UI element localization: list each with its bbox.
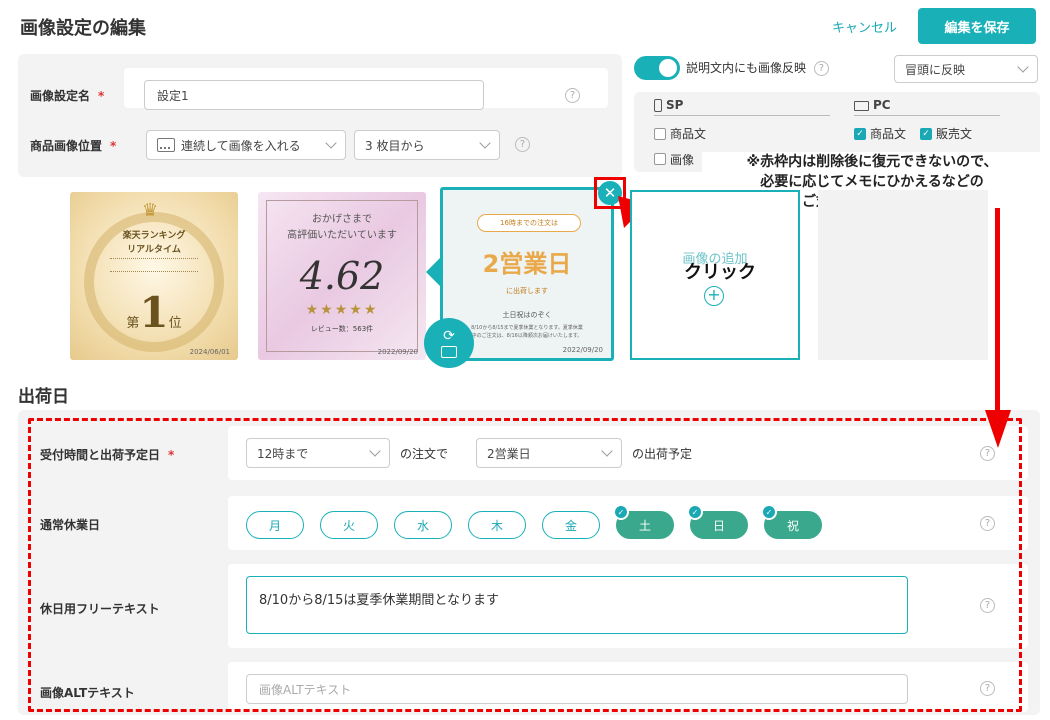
help-icon[interactable]: ? [565, 88, 580, 103]
sp-header: SP [654, 98, 830, 116]
plus-icon: + [704, 286, 724, 306]
annotation-arrow-head [985, 410, 1011, 448]
checkmark-icon: ✓ [920, 127, 933, 140]
annotation-dashed-frame [28, 418, 1022, 712]
toggle-label: 説明文内にも画像反映 ? [686, 59, 829, 76]
replace-image-button[interactable]: ⟳ [424, 318, 474, 368]
smartphone-icon [654, 99, 662, 112]
image-icon [441, 345, 457, 358]
position-label: 商品画像位置 * [30, 139, 117, 153]
image-setting-form: 画像設定名 * 設定1 ? 商品画像位置 * 連続して画像を入れる 3 枚目から ? [18, 54, 622, 177]
image-thumbnail[interactable]: ♛ 楽天ランキング リアルタイム 第1位 2024/06/01 [70, 192, 238, 360]
toggle-knob [659, 59, 677, 77]
sp-image-checkbox[interactable]: 画像 [654, 151, 694, 168]
chevron-down-icon [1017, 61, 1029, 73]
reflect-position-select[interactable]: 冒頭に反映 [894, 55, 1038, 83]
rank-text: 第1位 [126, 288, 182, 337]
checkbox-icon [654, 127, 666, 140]
start-position-select[interactable]: 3 枚目から [354, 130, 500, 160]
click-annotation: クリック [684, 262, 756, 283]
checkbox-icon [654, 153, 666, 165]
setting-name-input[interactable]: 設定1 [144, 80, 484, 110]
pc-column: PC ✓ 商品文 ✓ 販売文 [854, 98, 1000, 142]
annotation-arrow-line [995, 208, 1000, 428]
crown-icon: ♛ [142, 200, 159, 221]
reflect-toggle[interactable] [634, 56, 680, 80]
page-title: 画像設定の編集 [20, 18, 146, 39]
save-button[interactable]: 編集を保存 [918, 8, 1036, 44]
refresh-icon: ⟳ [443, 327, 455, 344]
chevron-down-icon [479, 137, 491, 149]
pc-sales-checkbox[interactable]: ✓ 販売文 [920, 125, 972, 142]
pc-header: PC [854, 98, 1000, 116]
cancel-button[interactable]: キャンセル [832, 17, 897, 36]
sp-description-checkbox[interactable]: 商品文 [654, 125, 706, 142]
image-stack-icon [157, 138, 175, 152]
pc-description-checkbox[interactable]: ✓ 商品文 [854, 125, 906, 142]
checkmark-icon: ✓ [854, 127, 866, 140]
monitor-icon [854, 100, 869, 111]
selection-pointer [426, 256, 442, 288]
position-select[interactable]: 連続して画像を入れる [146, 130, 346, 160]
name-label: 画像設定名 * [30, 89, 105, 103]
image-thumbnail[interactable]: おかげさまで 高評価いただいています 4.62 ★★★★★ レビュー数：563件… [258, 192, 426, 360]
chevron-down-icon [325, 137, 337, 149]
rating-stars: ★★★★★ [305, 302, 379, 318]
section-title: 出荷日 [18, 387, 69, 407]
help-icon[interactable]: ? [515, 137, 530, 152]
help-icon[interactable]: ? [813, 61, 829, 76]
empty-image-slot [818, 190, 988, 360]
